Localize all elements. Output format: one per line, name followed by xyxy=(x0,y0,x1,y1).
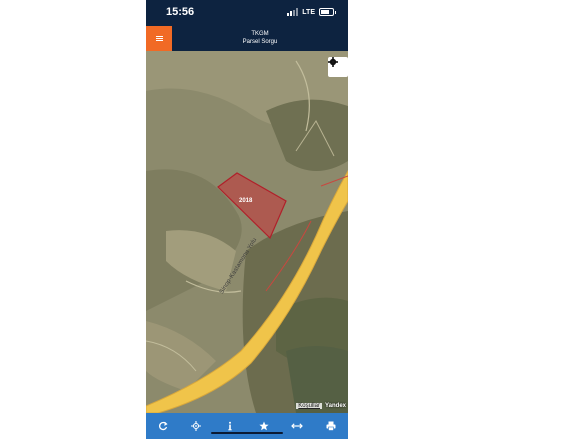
print-button[interactable] xyxy=(323,418,339,434)
info-icon xyxy=(228,421,232,431)
header-title-block: TKGM Parsel Sorgu xyxy=(172,30,348,46)
print-icon xyxy=(326,421,336,431)
map-imagery xyxy=(146,51,348,413)
parcel-number-label: 2018 xyxy=(239,198,253,204)
battery-icon xyxy=(319,8,336,16)
map-attribution: Koşullar Yandex xyxy=(296,403,346,409)
refresh-button[interactable] xyxy=(155,418,171,434)
satellite-map[interactable]: 2018 Sinop-Kastamonu Yolu Koşullar Yande… xyxy=(146,51,348,413)
map-provider-logo: Yandex xyxy=(324,403,346,409)
measure-button[interactable] xyxy=(289,418,305,434)
network-type: LTE xyxy=(302,8,315,16)
status-time: 15:56 xyxy=(166,6,195,18)
agency-name: TKGM xyxy=(251,31,269,37)
locate-icon xyxy=(191,421,202,431)
measure-icon xyxy=(291,423,304,429)
settings-button[interactable] xyxy=(328,57,348,77)
home-indicator[interactable] xyxy=(211,432,283,434)
page-title: Parsel Sorgu xyxy=(242,39,278,45)
locate-button[interactable] xyxy=(188,418,204,434)
phone-screen: 15:56 LTE TKGM Parsel Sorgu 2018 Sinop-K… xyxy=(146,0,348,439)
bottom-toolbar xyxy=(146,413,348,439)
status-bar: 15:56 LTE xyxy=(146,0,348,26)
gear-icon xyxy=(328,57,338,67)
refresh-icon xyxy=(158,421,168,431)
status-icons: LTE xyxy=(287,8,336,16)
terms-link[interactable]: Koşullar xyxy=(296,403,322,409)
star-icon xyxy=(259,421,269,431)
cellular-signal-icon xyxy=(287,8,299,16)
hamburger-icon xyxy=(155,36,163,41)
menu-button[interactable] xyxy=(146,26,172,51)
app-header: TKGM Parsel Sorgu xyxy=(146,26,348,51)
